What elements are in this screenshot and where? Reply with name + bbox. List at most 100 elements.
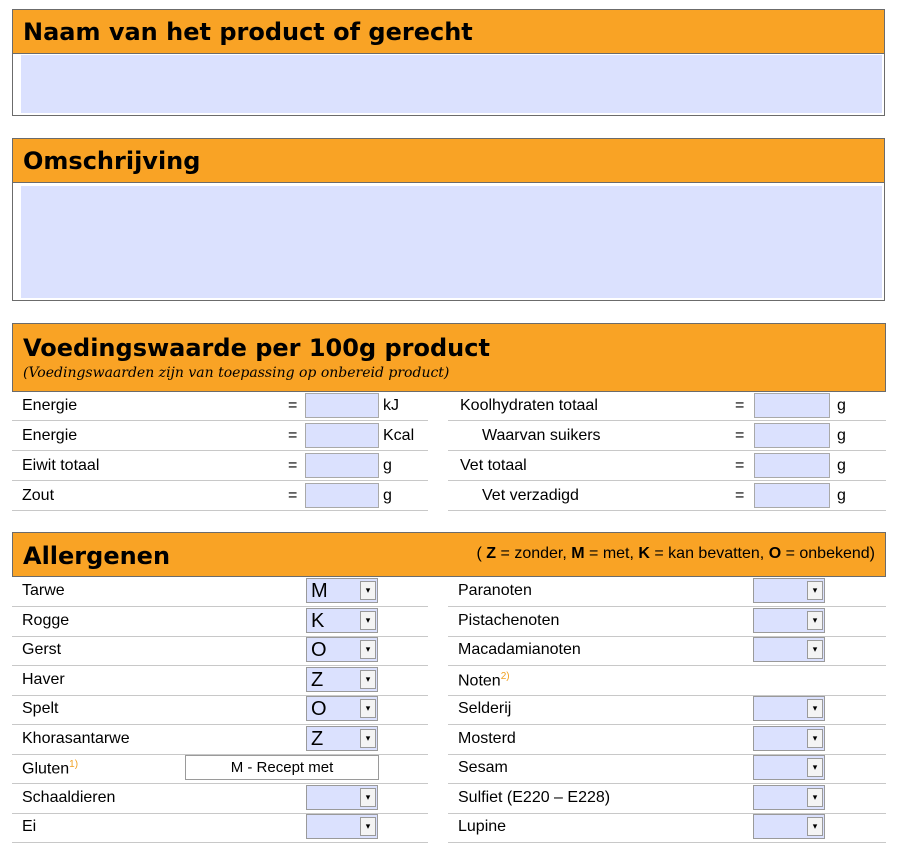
allergen-select[interactable]: ▾ xyxy=(753,637,825,662)
chevron-down-icon[interactable]: ▾ xyxy=(360,787,376,807)
allergen-name: Selderij xyxy=(458,700,512,717)
allergen-label: Mosterd xyxy=(458,730,516,748)
allergen-row: Schaaldieren ▾ xyxy=(12,784,428,814)
description-section: Omschrijving xyxy=(12,138,885,301)
allergen-select-value: Z xyxy=(311,668,324,691)
allergen-select[interactable]: K ▾ xyxy=(306,607,378,633)
allergen-label: Macadamianoten xyxy=(458,641,581,659)
nutrition-label: Zout xyxy=(22,487,55,504)
allergen-select-value: O xyxy=(311,639,327,661)
allergen-name: Haver xyxy=(22,670,65,688)
allergen-name: Mosterd xyxy=(458,729,516,747)
allergen-select[interactable]: ▾ xyxy=(753,578,825,603)
allergen-name: Ei xyxy=(22,818,37,835)
chevron-down-icon[interactable]: ▾ xyxy=(807,817,823,836)
allergen-name: Rogge xyxy=(22,611,70,629)
unit-label: g xyxy=(837,457,846,474)
chevron-down-icon[interactable]: ▾ xyxy=(807,758,823,777)
product-name-header: Naam van het product of gerecht xyxy=(13,10,884,54)
nutrition-value-input[interactable] xyxy=(305,423,379,448)
allergen-row: Noten2) xyxy=(448,666,886,696)
chevron-down-icon[interactable]: ▾ xyxy=(807,699,823,718)
equals-sign: = xyxy=(288,427,298,444)
allergen-select[interactable]: Z ▾ xyxy=(306,666,378,692)
nutrition-label: Eiwit totaal xyxy=(22,457,100,474)
unit-label: g xyxy=(837,487,846,504)
nutrition-value-input[interactable] xyxy=(754,393,830,418)
legend-m-text: = met, xyxy=(584,545,639,562)
allergen-label: Pistachenoten xyxy=(458,612,559,630)
allergen-select[interactable]: Z ▾ xyxy=(306,725,378,751)
allergen-label: Tarwe xyxy=(22,582,65,600)
allergen-select[interactable]: O ▾ xyxy=(306,696,378,721)
allergen-name: Gerst xyxy=(22,641,62,658)
allergen-select[interactable]: O ▾ xyxy=(306,637,378,662)
chevron-down-icon[interactable]: ▾ xyxy=(807,581,823,600)
nutrition-label: Vet verzadigd xyxy=(482,487,579,504)
allergen-select[interactable]: ▾ xyxy=(753,725,825,751)
unit-label: g xyxy=(383,487,392,504)
allergen-select[interactable]: ▾ xyxy=(753,607,825,633)
chevron-down-icon[interactable]: ▾ xyxy=(360,699,376,718)
allergens-section: Allergenen ( Z = zonder, M = met, K = ka… xyxy=(12,532,886,850)
nutrition-subtitle: (Voedingswaarden zijn van toepassing op … xyxy=(23,365,450,381)
nutrition-row: Waarvan suikers = g xyxy=(448,422,886,451)
equals-sign: = xyxy=(288,397,298,414)
allergen-select[interactable]: ▾ xyxy=(753,696,825,721)
allergen-row: Mosterd ▾ xyxy=(448,725,886,755)
allergen-row: Sesam ▾ xyxy=(448,754,886,784)
equals-sign: = xyxy=(288,487,298,504)
nutrition-value-input[interactable] xyxy=(754,423,830,448)
legend-k-text: = kan bevatten, xyxy=(649,545,769,562)
chevron-down-icon[interactable]: ▾ xyxy=(360,728,376,748)
product-name-input[interactable] xyxy=(21,55,882,113)
chevron-down-icon[interactable]: ▾ xyxy=(360,640,376,659)
nutrition-value-input[interactable] xyxy=(305,483,379,508)
chevron-down-icon[interactable]: ▾ xyxy=(807,610,823,630)
equals-sign: = xyxy=(735,427,745,444)
allergen-select[interactable]: ▾ xyxy=(753,755,825,780)
allergen-select-value: M xyxy=(311,580,328,602)
allergen-select-value: O xyxy=(311,698,327,720)
chevron-down-icon[interactable]: ▾ xyxy=(807,787,823,807)
nutrition-value-input[interactable] xyxy=(305,393,379,418)
description-input[interactable] xyxy=(21,186,882,298)
chevron-down-icon[interactable]: ▾ xyxy=(360,581,376,600)
description-title: Omschrijving xyxy=(23,147,201,175)
nutrition-row: Vet totaal = g xyxy=(448,452,886,481)
allergen-label: Lupine xyxy=(458,818,506,836)
allergen-select[interactable]: ▾ xyxy=(306,784,378,810)
chevron-down-icon[interactable]: ▾ xyxy=(360,610,376,630)
nutrition-row: Zout = g xyxy=(12,482,428,511)
allergen-row: Selderij ▾ xyxy=(448,695,886,725)
unit-label: g xyxy=(837,427,846,444)
nutrition-label: Energie xyxy=(22,427,78,444)
nutrition-row: Vet verzadigd = g xyxy=(448,482,886,511)
chevron-down-icon[interactable]: ▾ xyxy=(360,669,376,689)
chevron-down-icon[interactable]: ▾ xyxy=(360,817,376,836)
allergen-row: Tarwe M ▾ xyxy=(12,577,428,607)
allergen-label: Paranoten xyxy=(458,582,532,600)
allergen-select[interactable]: M ▾ xyxy=(306,578,378,603)
nutrition-label: Waarvan suikers xyxy=(482,427,601,444)
equals-sign: = xyxy=(735,487,745,504)
allergen-label: Khorasantarwe xyxy=(22,730,130,748)
allergen-select[interactable]: ▾ xyxy=(306,814,378,839)
allergen-select[interactable]: ▾ xyxy=(753,784,825,810)
nutrition-value-input[interactable] xyxy=(305,453,379,478)
nutrition-value-input[interactable] xyxy=(754,453,830,478)
allergen-row: Haver Z ▾ xyxy=(12,666,428,696)
unit-label: g xyxy=(383,457,392,474)
allergen-name: Paranoten xyxy=(458,582,532,599)
allergen-label: Ei xyxy=(22,818,36,836)
allergen-label: Selderij xyxy=(458,700,511,718)
nutrition-value-input[interactable] xyxy=(754,483,830,508)
allergen-name: Spelt xyxy=(22,700,59,717)
allergen-row: Spelt O ▾ xyxy=(12,695,428,725)
chevron-down-icon[interactable]: ▾ xyxy=(807,640,823,659)
product-name-title: Naam van het product of gerecht xyxy=(23,18,473,46)
footnote-marker: 2) xyxy=(500,670,510,682)
legend-k: K xyxy=(638,545,650,562)
allergen-select[interactable]: ▾ xyxy=(753,814,825,839)
chevron-down-icon[interactable]: ▾ xyxy=(807,728,823,748)
